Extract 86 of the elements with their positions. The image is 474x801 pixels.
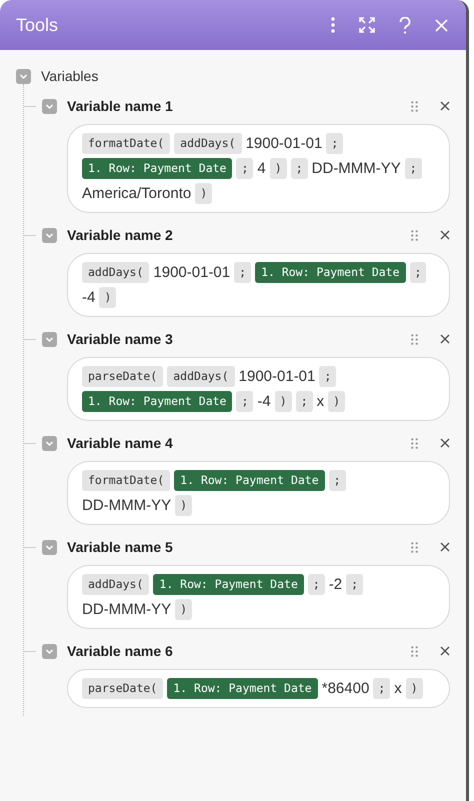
variable-name: Variable name 2 [67, 227, 174, 243]
value-text: -2 [328, 575, 342, 595]
separator-token[interactable]: ; [410, 262, 426, 283]
variable-name: Variable name 1 [67, 98, 174, 114]
separator-token[interactable]: ; [373, 678, 390, 699]
window-title: Tools [16, 14, 58, 36]
separator-token[interactable]: ; [326, 133, 344, 154]
value-text: 4 [257, 159, 266, 179]
field-token[interactable]: 1. Row: Payment Date [255, 262, 406, 283]
separator-token[interactable]: ; [236, 158, 254, 179]
separator-token[interactable]: ) [175, 495, 192, 516]
field-token[interactable]: 1. Row: Payment Date [82, 158, 232, 179]
separator-token[interactable]: ; [328, 470, 346, 491]
separator-token[interactable]: ; [319, 366, 336, 387]
function-token[interactable]: addDays( [174, 133, 242, 154]
drag-handle-icon[interactable] [411, 646, 418, 656]
function-token[interactable]: parseDate( [82, 678, 164, 699]
value-text: 1900-01-01 [238, 367, 316, 387]
value-text: DD-MMM-YY [82, 600, 172, 620]
remove-icon[interactable] [440, 230, 450, 240]
value-text: DD-MMM-YY [82, 496, 172, 516]
variable-name: Variable name 5 [67, 539, 174, 555]
more-icon[interactable] [331, 17, 335, 33]
value-text: -4 [82, 288, 96, 308]
field-token[interactable]: 1. Row: Payment Date [167, 678, 318, 699]
separator-token[interactable]: ) [270, 158, 287, 179]
separator-token[interactable]: ) [195, 183, 212, 204]
value-text: *86400 [322, 679, 370, 699]
remove-icon[interactable] [440, 101, 450, 111]
variable-name: Variable name 6 [67, 643, 174, 659]
field-token[interactable]: 1. Row: Payment Date [82, 391, 232, 412]
formula-field[interactable]: formatDate( 1. Row: Payment Date ; DD-MMM-YY ) [67, 461, 450, 525]
collapse-toggle[interactable] [42, 332, 57, 346]
separator-token[interactable]: ; [346, 574, 364, 595]
formula-field[interactable]: addDays( 1900-01-01 ; 1. Row: Payment Date ; -4 ) [67, 253, 450, 317]
remove-icon[interactable] [440, 334, 450, 344]
separator-token[interactable]: ; [234, 262, 252, 283]
collapse-toggle[interactable] [16, 68, 31, 84]
separator-token[interactable]: ) [175, 599, 192, 620]
collapse-toggle[interactable] [42, 98, 57, 114]
formula-field[interactable]: parseDate( addDays( 1900-01-01 ; 1. Row: Payment Date ; -4 ) ; x ) [67, 357, 450, 421]
field-token[interactable]: 1. Row: Payment Date [174, 470, 325, 491]
formula-field[interactable]: parseDate( 1. Row: Payment Date *86400 ; x ) [67, 669, 450, 708]
collapse-toggle[interactable] [42, 228, 57, 242]
value-text: 1900-01-01 [153, 263, 230, 283]
separator-token[interactable]: ; [296, 391, 313, 412]
function-token[interactable]: addDays( [82, 262, 150, 283]
remove-icon[interactable] [440, 542, 450, 552]
section-label: Variables [41, 68, 98, 84]
remove-icon[interactable] [440, 438, 450, 448]
drag-handle-icon[interactable] [411, 542, 418, 552]
function-token[interactable]: parseDate( [82, 366, 164, 387]
remove-icon[interactable] [440, 646, 450, 656]
variable-name: Variable name 3 [67, 331, 174, 347]
separator-token[interactable]: ) [99, 287, 116, 308]
function-token[interactable]: formatDate( [82, 470, 170, 491]
variable-name: Variable name 4 [67, 435, 174, 451]
drag-handle-icon[interactable] [411, 438, 418, 448]
separator-token[interactable]: ) [406, 678, 423, 699]
separator-token[interactable]: ) [328, 391, 346, 412]
collapse-toggle[interactable] [42, 436, 57, 450]
separator-token[interactable]: ; [404, 158, 422, 179]
drag-handle-icon[interactable] [411, 230, 418, 240]
close-icon[interactable] [435, 18, 448, 32]
value-text: DD-MMM-YY [312, 159, 401, 179]
formula-field[interactable]: formatDate( addDays( 1900-01-01 ; 1. Row: Payment Date ; 4 ) ; DD-MMM-YY ; America/Toronto ) [67, 124, 450, 213]
value-text: -4 [257, 392, 271, 412]
collapse-toggle[interactable] [42, 644, 57, 658]
separator-token[interactable]: ; [290, 158, 308, 179]
function-token[interactable]: addDays( [167, 366, 235, 387]
formula-field[interactable]: addDays( 1. Row: Payment Date ; -2 ; DD-MMM-YY ) [67, 565, 450, 629]
value-text: 1900-01-01 [246, 134, 322, 154]
separator-token[interactable]: ; [236, 391, 254, 412]
separator-token[interactable]: ) [274, 391, 292, 412]
drag-handle-icon[interactable] [411, 334, 418, 344]
function-token[interactable]: addDays( [82, 574, 150, 595]
separator-token[interactable]: ; [308, 574, 325, 595]
drag-handle-icon[interactable] [411, 100, 418, 112]
value-text: x [394, 679, 402, 699]
help-icon[interactable] [399, 16, 411, 34]
value-text: America/Toronto [82, 184, 192, 204]
expand-icon[interactable] [359, 17, 375, 33]
function-token[interactable]: formatDate( [82, 133, 170, 154]
value-text: x [316, 392, 324, 412]
field-token[interactable]: 1. Row: Payment Date [153, 574, 304, 595]
collapse-toggle[interactable] [42, 540, 57, 554]
